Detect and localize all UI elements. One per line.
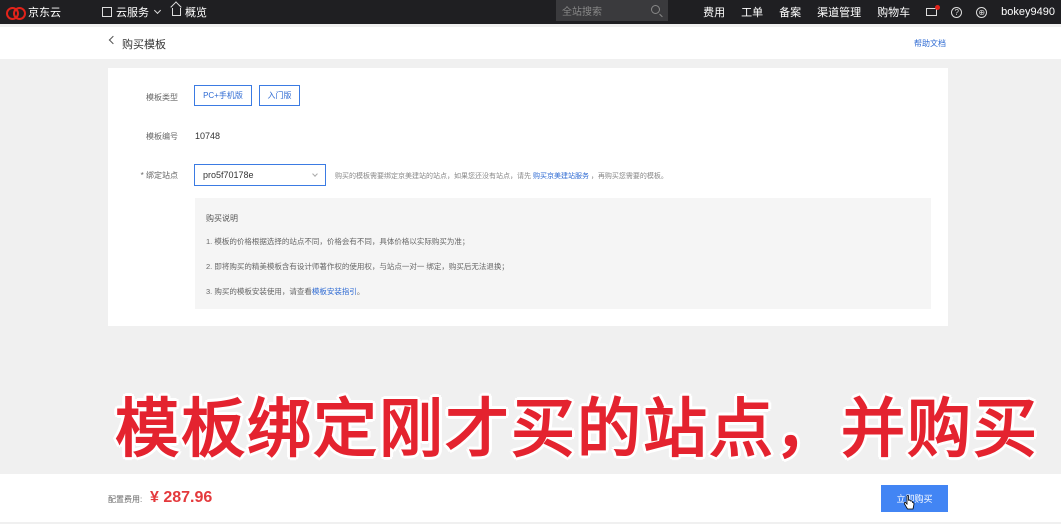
site-select-value: pro5f70178e [203, 170, 254, 180]
logo-text: 京东云 [28, 7, 61, 19]
notice-item: 2. 即将购买的精美模板含有设计师著作权的使用权，与站点一对一 绑定，购买后无法… [206, 262, 509, 271]
global-search-input[interactable]: 全站搜索 [556, 0, 668, 21]
hint-text: 购买的模板需要绑定京美建站的站点，如果您还没有站点，请先 [335, 173, 533, 180]
purchase-notice: 购买说明 1. 模板的价格根据选择的站点不同，价格会有不同，具体价格以实际购买为… [195, 198, 931, 309]
option-pc-mobile[interactable]: PC+手机版 [194, 85, 252, 106]
page-header: 购买模板 帮助文档 [0, 27, 1061, 59]
template-id-label: 模板编号 [146, 132, 178, 141]
overview-link[interactable]: 概览 [172, 4, 207, 20]
install-guide-link[interactable]: 模板安装指引 [312, 287, 357, 296]
mail-icon[interactable] [926, 5, 941, 16]
menu-tickets[interactable]: 工单 [741, 4, 763, 20]
cloud-services-menu[interactable]: 云服务 [102, 4, 162, 20]
page-title: 购买模板 [122, 39, 166, 51]
hand-cursor-icon [903, 495, 915, 510]
globe-icon[interactable]: ⊕ [976, 6, 988, 18]
back-arrow-icon[interactable] [108, 35, 118, 45]
notice-item: 1. 模板的价格根据选择的站点不同，价格会有不同，具体价格以实际购买为准； [206, 237, 470, 246]
price-value: ¥ 287.96 [150, 489, 213, 506]
bind-site-label: * 绑定站点 [140, 171, 178, 180]
menu-cart[interactable]: 购物车 [877, 4, 910, 20]
grid-icon [102, 7, 112, 17]
top-navbar: 京东云 云服务 概览 全站搜索 费用 工单 备案 渠道管理 购物车 ? ⊕ bo… [0, 0, 1061, 24]
jd-cloud-logo-icon [6, 7, 26, 20]
notice-title: 购买说明 [206, 214, 238, 223]
help-docs-link[interactable]: 帮助文档 [914, 38, 946, 49]
search-icon[interactable] [651, 5, 660, 14]
home-icon [172, 8, 181, 16]
menu-filing[interactable]: 备案 [779, 4, 801, 20]
video-caption: 模板绑定刚才买的站点，并购买 [115, 393, 1039, 467]
chevron-down-icon [312, 171, 318, 177]
site-select[interactable]: pro5f70178e [194, 164, 326, 186]
option-starter[interactable]: 入门版 [259, 85, 300, 106]
menu-billing[interactable]: 费用 [703, 4, 725, 20]
help-icon[interactable]: ? [951, 6, 963, 18]
username[interactable]: bokey9490 [1001, 6, 1055, 18]
notice-item: 3. 购买的模板安装使用，请查看模板安装指引。 [206, 286, 931, 297]
bottom-bar: 配置费用: ¥ 287.96 立即购买 [0, 474, 1061, 522]
bind-site-hint: 购买的模板需要绑定京美建站的站点，如果您还没有站点，请先 购买京美建站服务 ，再… [335, 171, 668, 181]
overview-label: 概览 [185, 7, 207, 19]
logo[interactable]: 京东云 [6, 4, 90, 20]
template-type-label: 模板类型 [146, 93, 178, 102]
fee-label: 配置费用: [108, 495, 143, 504]
buy-site-service-link[interactable]: 购买京美建站服务 [533, 173, 589, 180]
template-id-value: 10748 [195, 131, 221, 141]
menu-channel[interactable]: 渠道管理 [817, 4, 861, 20]
notice-item-suffix: 。 [356, 287, 365, 296]
right-menu: 费用 工单 备案 渠道管理 购物车 ? ⊕ bokey9490 [703, 0, 1061, 24]
search-placeholder: 全站搜索 [562, 7, 602, 18]
notice-item-text: 3. 购买的模板安装使用，请查看 [206, 287, 312, 296]
cloud-services-label: 云服务 [116, 7, 149, 19]
chevron-down-icon [153, 6, 162, 15]
purchase-form-card: 模板类型 PC+手机版 入门版 模板编号 10748 * 绑定站点 pro5f7… [108, 68, 948, 326]
hint-text-suffix: ，再购买您需要的模板。 [588, 173, 668, 180]
